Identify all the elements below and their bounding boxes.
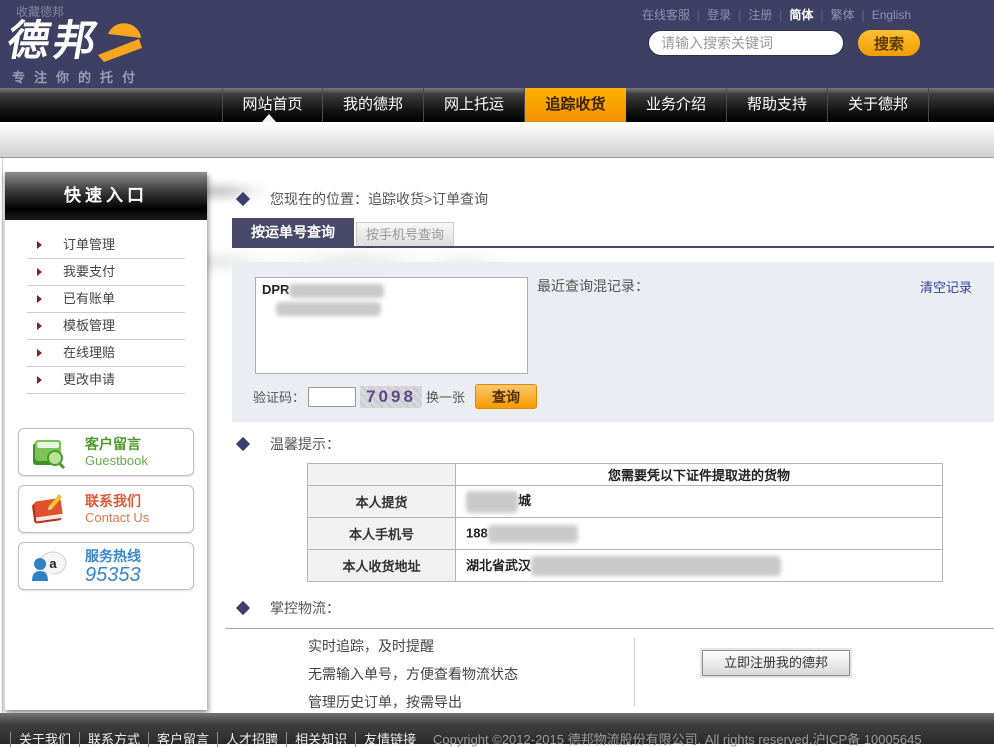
query-tabs: 按运单号查询 按手机号查询 [232,220,994,248]
breadcrumb: 您现在的位置：追踪收货>订单查询 [238,189,488,209]
login-link[interactable]: 登录 [707,6,731,23]
row-label: 本人提货 [308,486,456,518]
captcha-image: 7098 [360,386,422,408]
nav-item-my-deppon[interactable]: 我的德邦 [323,88,424,122]
main-content: 您现在的位置：追踪收货>订单查询 按运单号查询 按手机号查询 DPR 最近查询混… [232,158,994,715]
tips-table-header: 您需要凭以下证件提取进的货物 [456,464,943,486]
tips-heading: 温馨提示： [238,434,340,454]
sidebar-item-claims[interactable]: 在线理赔 [27,340,185,367]
blurred-text [531,556,781,576]
hotline-title: 服务热线 [85,548,141,565]
blurred-text [488,525,578,543]
query-submit-button[interactable]: 查询 [475,384,537,409]
footer: 关于我们 联系方式 客户留言 人才招聘 相关知识 友情链接 Copyright … [0,713,994,744]
logistics-row: 实时追踪，及时提醒 无需输入单号，方便查看物流状态 管理历史订单，按需导出 立即… [232,632,994,708]
nav-item-tracking[interactable]: 追踪收货 [525,88,626,122]
row-label: 本人手机号 [308,518,456,550]
row-value: 湖北省武汉 [456,550,943,582]
query-panel: DPR 最近查询混记录： 清空记录 验证码： 7098 换一张 查询 [232,262,994,422]
tab-waybill-query[interactable]: 按运单号查询 [232,218,354,246]
nav-item-help[interactable]: 帮助支持 [727,88,828,122]
sidebar-item-pay[interactable]: 我要支付 [27,259,185,286]
contact-subtitle: Contact Us [85,510,149,526]
captcha-input[interactable] [308,387,356,407]
nav-active-arrow [262,114,276,122]
blurred-text [466,491,518,513]
table-row: 本人收货地址 湖北省武汉 [308,550,943,582]
blurred-waybill [276,302,381,316]
logistics-benefits: 实时追踪，及时提醒 无需输入单号，方便查看物流状态 管理历史订单，按需导出 [308,632,518,716]
logistics-heading: 掌控物流： [238,598,340,618]
logistics-heading-text: 掌控物流： [270,598,340,618]
footer-link-knowledge[interactable]: 相关知识 [286,732,355,747]
footer-link-contact[interactable]: 联系方式 [79,732,148,747]
footer-copyright: Copyright ©2012-2015 德邦物流股份有限公司. All rig… [433,732,922,747]
online-service-link[interactable]: 在线客服 [642,6,690,23]
sidebar-item-order-management[interactable]: 订单管理 [27,232,185,259]
table-row: 本人手机号 188 [308,518,943,550]
sidebar-item-bills[interactable]: 已有账单 [27,286,185,313]
diamond-icon [236,192,250,206]
table-row: 本人提货 城 [308,486,943,518]
logo-tagline: 专注你的托付 [12,67,144,86]
sidebar-item-templates[interactable]: 模板管理 [27,313,185,340]
hotline-card[interactable]: a 服务热线 95353 [18,542,194,590]
nav-item-about[interactable]: 关于德邦 [828,88,929,122]
diamond-icon [236,601,250,615]
simplified-link[interactable]: 简体 [789,6,813,23]
tips-heading-text: 温馨提示： [270,434,340,454]
divider [225,628,994,629]
guestbook-subtitle: Guestbook [85,453,148,469]
register-button[interactable]: 立即注册我的德邦 [702,650,850,676]
nav-item-services[interactable]: 业务介绍 [626,88,727,122]
logo-text[interactable]: 德邦 [4,20,103,62]
search-input[interactable] [648,30,844,56]
waybill-prefix: DPR [262,282,289,297]
diamond-icon [236,437,250,451]
page-edge-line [2,158,3,713]
guestbook-card[interactable]: 客户留言 Guestbook [18,428,194,476]
tab-phone-query[interactable]: 按手机号查询 [356,222,454,246]
sidebar-item-change-request[interactable]: 更改申请 [27,367,185,394]
blurred-waybill [289,284,384,298]
captcha-label: 验证码： [253,387,305,406]
sidebar: 快速入口 订单管理 我要支付 已有账单 模板管理 在线理赔 更改申请 客户留言 [5,172,207,710]
logo-arrow-icon [97,8,147,62]
breadcrumb-text: 您现在的位置：追踪收货>订单查询 [270,189,488,209]
sub-nav-band [0,122,994,158]
nav-item-online-shipping[interactable]: 网上托运 [424,88,525,122]
captcha-refresh-link[interactable]: 换一张 [426,387,465,406]
search-button[interactable]: 搜索 [858,30,920,56]
traditional-link[interactable]: 繁体 [831,6,855,23]
guestbook-icon [29,433,67,471]
english-link[interactable]: English [872,8,911,22]
hotline-icon: a [29,547,67,585]
svg-text:a: a [49,556,57,571]
top-header: 收藏德邦 德邦 专注你的托付 在线客服| 登录| 注册| 简体| 繁体| Eng… [0,0,994,88]
main-nav: 网站首页 我的德邦 网上托运 追踪收货 业务介绍 帮助支持 关于德邦 [0,88,994,122]
row-value: 城 [456,486,943,518]
recent-query-label: 最近查询混记录： [537,276,649,296]
clear-records-link[interactable]: 清空记录 [920,277,972,296]
hotline-number: 95353 [85,565,141,585]
footer-link-guestbook[interactable]: 客户留言 [148,732,217,747]
top-links: 在线客服| 登录| 注册| 简体| 繁体| English [642,6,911,23]
footer-link-friends[interactable]: 友情链接 [355,732,424,747]
waybill-textarea[interactable]: DPR [255,277,528,374]
vertical-divider [634,638,635,706]
row-label: 本人收货地址 [308,550,456,582]
guestbook-title: 客户留言 [85,436,148,453]
tips-table-corner [308,464,456,486]
tips-table: 您需要凭以下证件提取进的货物 本人提货 城 本人手机号 188 本人收货地址 湖… [307,463,943,582]
register-link[interactable]: 注册 [748,6,772,23]
contact-icon [29,490,67,528]
row-value: 188 [456,518,943,550]
footer-link-about[interactable]: 关于我们 [10,732,79,747]
sidebar-title: 快速入口 [5,172,207,220]
contact-title: 联系我们 [85,493,149,510]
footer-link-careers[interactable]: 人才招聘 [217,732,286,747]
footer-links: 关于我们 联系方式 客户留言 人才招聘 相关知识 友情链接 [10,732,424,747]
contact-card[interactable]: 联系我们 Contact Us [18,485,194,533]
page: 收藏德邦 德邦 专注你的托付 在线客服| 登录| 注册| 简体| 繁体| Eng… [0,0,994,744]
